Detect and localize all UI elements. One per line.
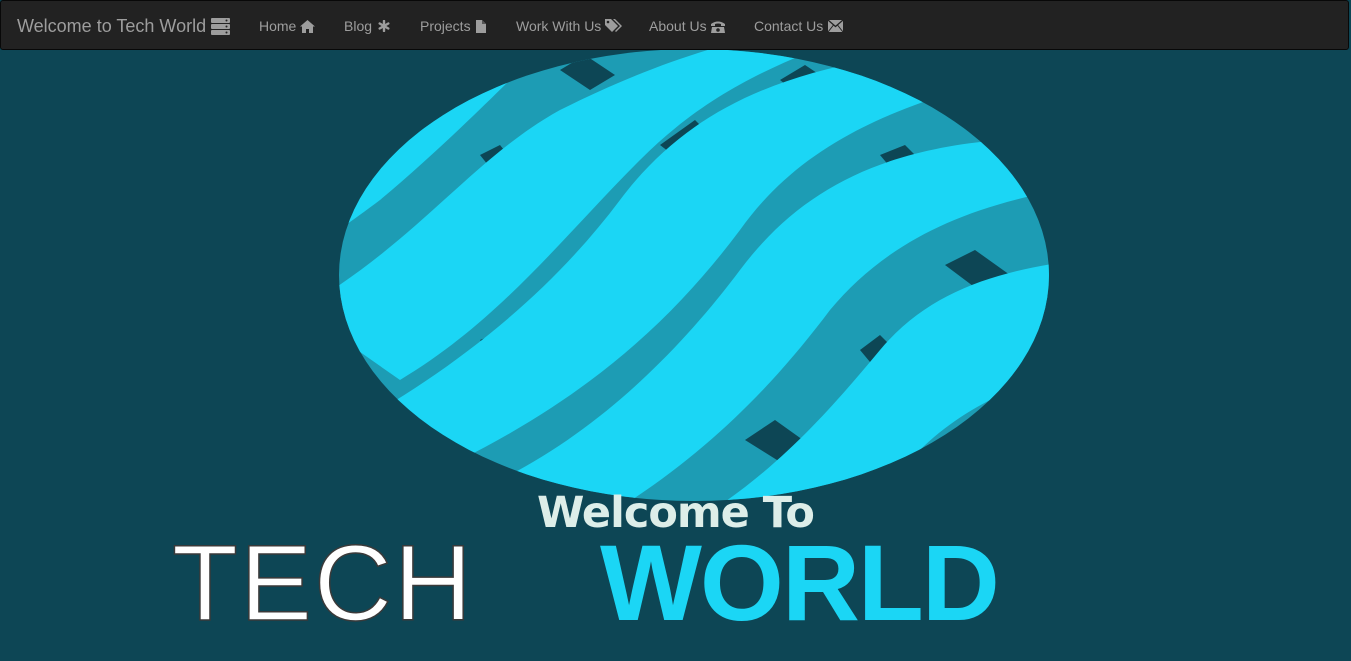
nav-label: Work With Us (516, 18, 602, 34)
logo-word-tech: TECH (172, 522, 474, 643)
nav-item-projects[interactable]: Projects (420, 18, 486, 34)
brand-label: Welcome to Tech World (17, 16, 207, 36)
nav-label: About Us (649, 18, 707, 34)
hero-banner: TECH WORLD Welcome To (0, 50, 1351, 661)
server-icon (211, 18, 231, 35)
nav-label: Projects (420, 18, 471, 34)
logo-word-world: WORLD (600, 522, 998, 643)
nav-item-home[interactable]: Home (259, 18, 316, 34)
asterisk-icon (378, 20, 390, 32)
phone-alt-icon (710, 20, 726, 33)
hero-heading: Welcome To (537, 488, 815, 538)
navbar-brand[interactable]: Welcome to Tech World (17, 16, 231, 37)
nav-label: Home (259, 18, 297, 34)
tags-icon (605, 19, 623, 33)
nav-label: Blog (344, 18, 373, 34)
envelope-icon (828, 20, 844, 32)
file-icon (475, 19, 486, 33)
nav-item-work-with-us[interactable]: Work With Us (516, 18, 623, 34)
tech-world-globe-logo: TECH WORLD (171, 50, 1049, 644)
nav-item-about-us[interactable]: About Us (649, 18, 726, 34)
top-navbar: Welcome to Tech World Home Blog Projects… (0, 0, 1349, 50)
nav-item-contact-us[interactable]: Contact Us (754, 18, 844, 34)
nav-item-blog[interactable]: Blog (344, 18, 390, 34)
home-icon (300, 19, 316, 33)
nav-label: Contact Us (754, 18, 824, 34)
